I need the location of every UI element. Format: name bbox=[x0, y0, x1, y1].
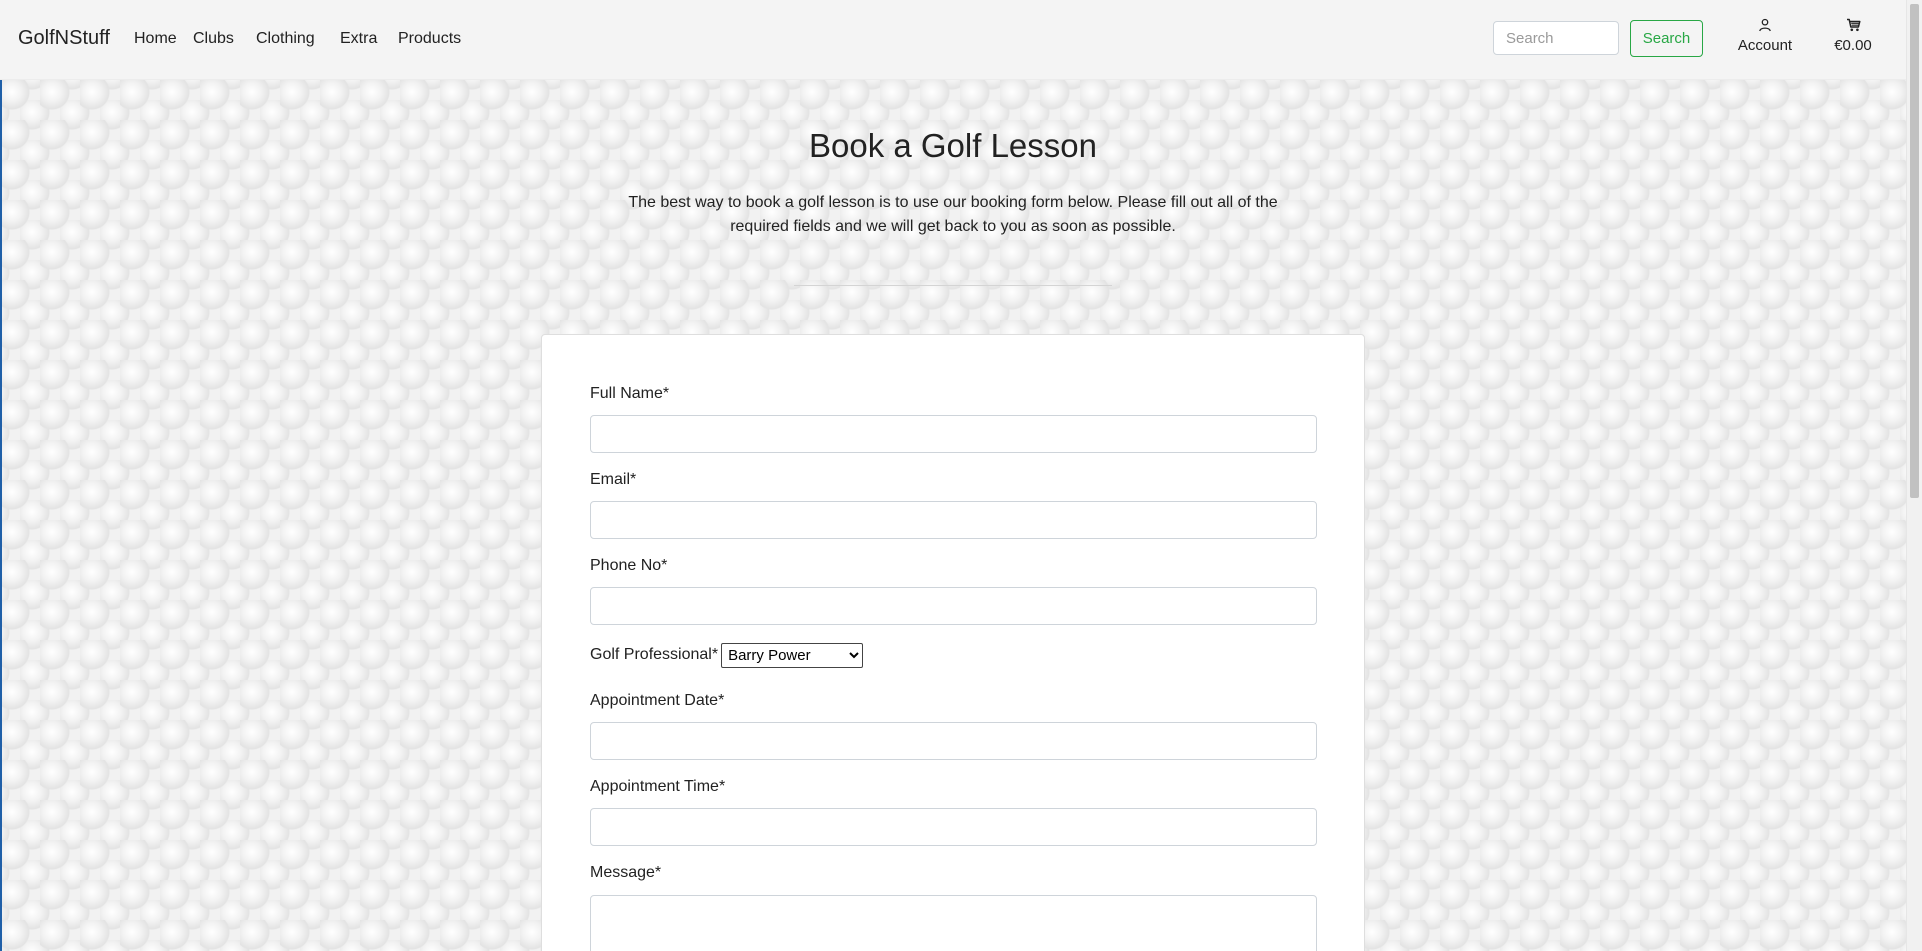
golf-professional-select[interactable]: Barry Power bbox=[721, 642, 864, 668]
golf-professional-row: Golf Professional* Barry Power bbox=[590, 642, 864, 668]
appointment-time-label: Appointment Time* bbox=[590, 778, 726, 795]
search-button[interactable]: Search bbox=[1630, 20, 1703, 57]
appointment-date-label: Appointment Date* bbox=[590, 692, 725, 709]
cart-icon bbox=[1820, 18, 1886, 34]
full-name-field[interactable] bbox=[590, 415, 1317, 453]
cart-total: €0.00 bbox=[1834, 37, 1872, 54]
phone-label: Phone No* bbox=[590, 557, 668, 574]
nav-link-extra[interactable]: Extra bbox=[340, 30, 377, 48]
email-label: Email* bbox=[590, 471, 637, 488]
nav-link-home[interactable]: Home bbox=[134, 30, 177, 48]
navbar: GolfNStuff Home Clubs Clothing Extra Pro… bbox=[0, 0, 1906, 80]
nav-link-products[interactable]: Products bbox=[398, 30, 461, 48]
golf-professional-label: Golf Professional* bbox=[590, 646, 719, 663]
nav-link-clothing[interactable]: Clothing bbox=[256, 30, 315, 48]
phone-field[interactable] bbox=[590, 587, 1317, 625]
section-divider bbox=[794, 285, 1112, 286]
search-input[interactable] bbox=[1493, 21, 1619, 55]
page-scrollbar[interactable] bbox=[1906, 0, 1922, 951]
appointment-time-field[interactable] bbox=[590, 808, 1317, 846]
intro-text: The best way to book a golf lesson is to… bbox=[628, 194, 1278, 235]
page-title: Book a Golf Lesson bbox=[808, 127, 1097, 164]
booking-form-card: Full Name* Email* Phone No* Golf Profess… bbox=[541, 334, 1365, 951]
cart-link[interactable]: €0.00 bbox=[1820, 18, 1886, 54]
appointment-date-field[interactable] bbox=[590, 722, 1317, 760]
account-label: Account bbox=[1737, 37, 1793, 54]
scrollbar-thumb[interactable] bbox=[1910, 4, 1919, 498]
nav-link-clubs[interactable]: Clubs bbox=[193, 30, 234, 48]
message-label: Message* bbox=[590, 864, 662, 881]
account-link[interactable]: Account bbox=[1730, 18, 1800, 54]
full-name-label: Full Name* bbox=[590, 385, 670, 402]
email-field[interactable] bbox=[590, 501, 1317, 539]
person-icon bbox=[1730, 18, 1800, 34]
brand-logo[interactable]: GolfNStuff bbox=[18, 27, 110, 50]
message-field[interactable] bbox=[590, 895, 1317, 951]
